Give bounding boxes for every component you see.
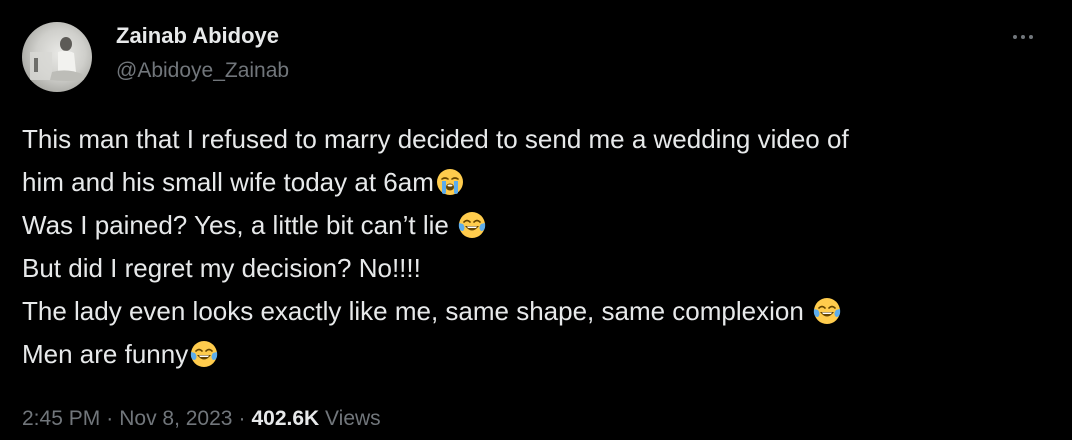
- tweet-text: This man that I refused to marry decided…: [22, 118, 1052, 376]
- tweet-line: Men are funny: [22, 333, 1052, 376]
- tweet-line: This man that I refused to marry decided…: [22, 124, 849, 154]
- views-label[interactable]: Views: [325, 407, 381, 430]
- tweet-time[interactable]: 2:45 PM: [22, 407, 100, 430]
- tweet-card[interactable]: Zainab Abidoye @Abidoye_Zainab This man …: [0, 0, 1072, 440]
- meta-separator: ·: [238, 407, 246, 430]
- more-options-button[interactable]: [1005, 22, 1041, 52]
- ellipsis-icon: [1013, 35, 1017, 39]
- author-display-name[interactable]: Zainab Abidoye: [116, 22, 279, 50]
- tweet-date[interactable]: Nov 8, 2023: [119, 407, 232, 430]
- tweet-meta: 2:45 PM · Nov 8, 2023 · 402.6K Views: [22, 405, 381, 433]
- tweet-line: But did I regret my decision? No!!!!: [22, 253, 421, 283]
- loudly-crying-face-emoji-icon: [436, 168, 464, 196]
- views-count[interactable]: 402.6K: [251, 407, 319, 430]
- avatar[interactable]: [22, 22, 92, 92]
- face-with-tears-of-joy-emoji-icon: [813, 297, 841, 325]
- tweet-line: him and his small wife today at 6am: [22, 161, 1052, 204]
- meta-separator: ·: [106, 407, 114, 430]
- avatar-photo-icon: [30, 37, 84, 81]
- tweet-line: Was I pained? Yes, a little bit can’t li…: [22, 204, 1052, 247]
- tweet-line: The lady even looks exactly like me, sam…: [22, 290, 1052, 333]
- face-with-tears-of-joy-emoji-icon: [458, 211, 486, 239]
- face-with-tears-of-joy-emoji-icon: [190, 340, 218, 368]
- author-handle[interactable]: @Abidoye_Zainab: [116, 57, 289, 85]
